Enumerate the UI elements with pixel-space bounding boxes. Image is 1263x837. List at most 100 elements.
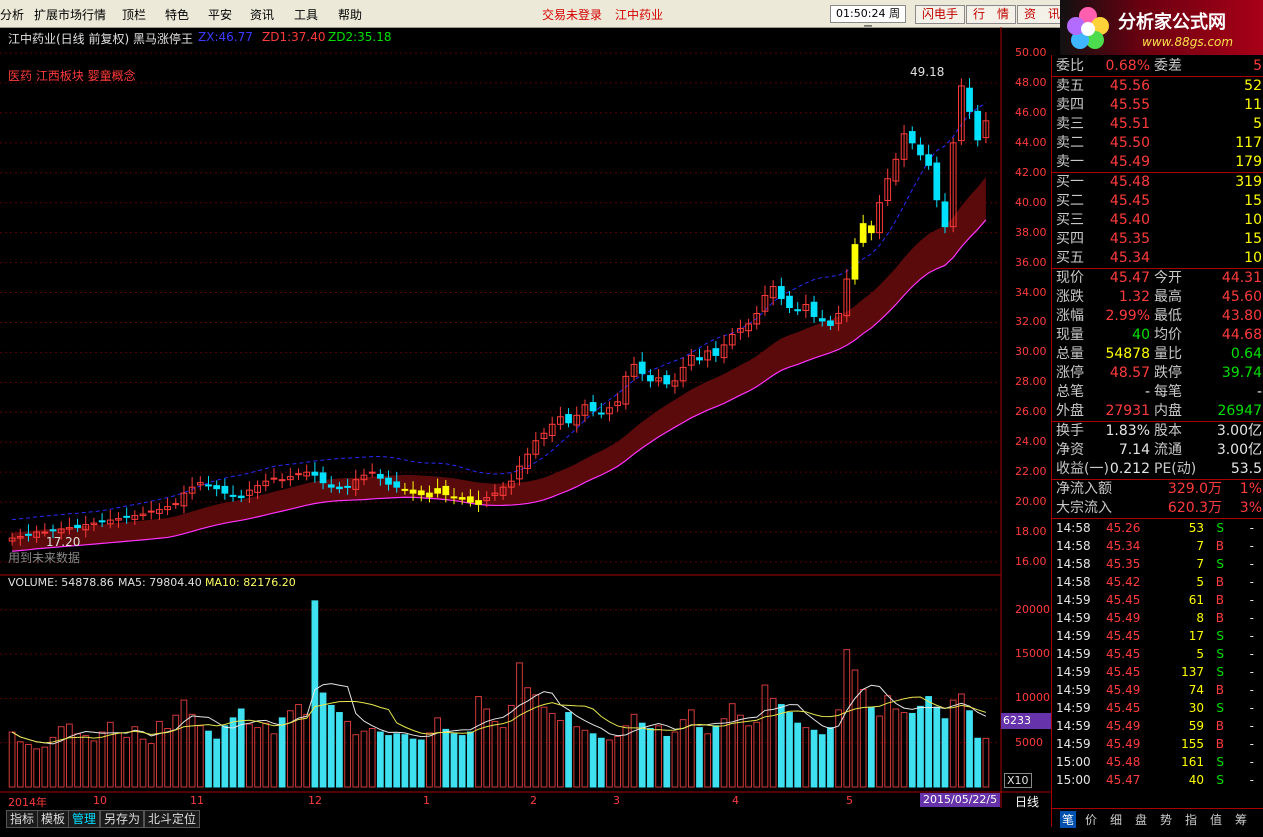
low-price-label: 17.20	[46, 535, 81, 549]
volume-bar	[900, 712, 908, 788]
tick-volume: 59	[1188, 719, 1204, 733]
candle-body	[409, 489, 417, 494]
market-button[interactable]: 行 情	[966, 5, 1016, 24]
volume-bar	[458, 735, 466, 788]
volume-ma5: MA5: 79804.40	[118, 576, 202, 589]
candle-body	[319, 472, 327, 484]
candle-body	[385, 477, 392, 485]
volume-ma5-line	[11, 683, 987, 745]
menu-news[interactable]: 资讯	[250, 6, 274, 23]
quote-row-label2: 均价	[1154, 327, 1182, 343]
bid-row-label: 买三	[1056, 212, 1084, 228]
tick-time: 14:59	[1056, 737, 1091, 751]
volume-bar	[949, 699, 957, 788]
tab-save-as[interactable]: 另存为	[100, 810, 145, 828]
tab-template[interactable]: 模板	[37, 810, 70, 828]
volume-bar	[859, 689, 867, 788]
fund-row: 换手 1.83% 股本 3.00亿	[1056, 422, 1262, 441]
volume-bar	[745, 725, 752, 788]
volume-bar	[892, 708, 900, 788]
menu-pingan[interactable]: 平安	[208, 6, 232, 23]
price-tick-label: 24.00	[1015, 435, 1047, 449]
menu-top-bar[interactable]: 顶栏	[122, 6, 146, 23]
price-tick-label: 36.00	[1015, 255, 1047, 269]
tick-side: S	[1216, 665, 1224, 679]
tick-time: 14:59	[1056, 593, 1091, 607]
menu-tools[interactable]: 工具	[294, 6, 318, 23]
candle-body	[917, 144, 924, 156]
tick-row: 14:59 45.49 59 B -	[1052, 717, 1263, 735]
candle-body	[205, 484, 212, 487]
quote-row: 涨幅 2.99% 最低 43.80	[1056, 307, 1262, 326]
candle-body	[810, 301, 818, 317]
panel-tab[interactable]: 筹	[1235, 811, 1247, 828]
menu-help[interactable]: 帮助	[338, 6, 362, 23]
tick-price: 45.47	[1106, 773, 1141, 787]
candle-body	[827, 320, 834, 326]
candle-body	[74, 524, 81, 529]
volume-bar	[115, 732, 122, 788]
tab-manage[interactable]: 管理	[68, 810, 101, 828]
panel-tab[interactable]: 值	[1210, 811, 1222, 828]
volume-bar	[589, 733, 597, 788]
fund-row-label2: 流通	[1154, 442, 1182, 458]
zoom-x10[interactable]: X10	[1004, 773, 1032, 788]
volume-ma10: MA10: 82176.20	[205, 576, 296, 589]
panel-tab[interactable]: 势	[1160, 811, 1172, 828]
trade-login-status[interactable]: 交易未登录	[542, 6, 602, 23]
kline-chart[interactable]	[0, 27, 1051, 808]
volume-bar	[687, 709, 695, 788]
tick-dash: -	[1249, 683, 1254, 697]
volume-badge: 6233	[1001, 713, 1052, 729]
menu-features[interactable]: 特色	[165, 6, 189, 23]
panel-tab[interactable]: 细	[1110, 811, 1122, 828]
fund-row-value: 7.14	[1118, 442, 1150, 458]
volume-bar	[66, 723, 73, 788]
volume-bar	[966, 710, 973, 788]
candle-body	[851, 244, 859, 280]
candle-body	[401, 488, 409, 491]
tick-volume: 30	[1188, 701, 1204, 715]
volume-bar	[319, 692, 327, 788]
date-tick-label: 11	[190, 794, 204, 807]
tab-beidou[interactable]: 北斗定位	[144, 810, 201, 828]
panel-tab[interactable]: 指	[1185, 811, 1197, 828]
tick-dash: -	[1249, 575, 1254, 589]
candle-body	[237, 495, 245, 499]
bid-row-label: 买二	[1056, 193, 1084, 209]
panel-tab[interactable]: 盘	[1135, 811, 1147, 828]
volume-bars	[8, 600, 990, 788]
tick-price: 45.49	[1106, 683, 1141, 697]
clock: 01:50:24 周二	[830, 5, 906, 36]
candle-body	[278, 479, 286, 482]
quote-panel: 委比 0.68% 委差 5 卖五 45.56 52 卖四 45.55 11 卖三 45.51 5 卖二 45…	[1051, 55, 1263, 828]
quote-row-value: 27931	[1105, 403, 1150, 419]
trend-band	[12, 102, 987, 552]
bid-row-value2: 319	[1235, 174, 1262, 190]
candle-body	[41, 531, 49, 534]
tick-time: 14:59	[1056, 647, 1091, 661]
volume-bar	[941, 718, 949, 788]
candle-body	[867, 225, 875, 234]
panel-tab[interactable]: 笔	[1060, 811, 1077, 828]
flower-logo-icon	[1067, 7, 1109, 49]
price-tick-label: 28.00	[1015, 375, 1047, 389]
tick-row: 14:59 45.49 8 B -	[1052, 609, 1263, 627]
price-tick-label: 34.00	[1015, 285, 1047, 299]
volume-bar	[426, 732, 433, 788]
volume-bar	[638, 722, 646, 788]
volume-bar	[540, 706, 548, 788]
flash-trade-button[interactable]: 闪电手	[915, 5, 965, 24]
ask-row-value: 45.55	[1109, 97, 1150, 113]
price-tick-label: 50.00	[1015, 46, 1047, 59]
volume-tick-label: 5000	[1015, 735, 1043, 749]
quote-row-label: 现量	[1056, 327, 1084, 343]
panel-tab[interactable]: 价	[1085, 811, 1097, 828]
ask-row-label: 卖一	[1056, 154, 1084, 170]
menu-extended-market[interactable]: 扩展市场行情	[34, 6, 106, 23]
tab-indicator[interactable]: 指标	[6, 810, 39, 828]
volume-bar	[957, 693, 965, 788]
tick-side: S	[1216, 773, 1224, 787]
menu-analysis[interactable]: 分析	[0, 6, 24, 23]
quote-row-value2: 44.31	[1221, 270, 1262, 286]
